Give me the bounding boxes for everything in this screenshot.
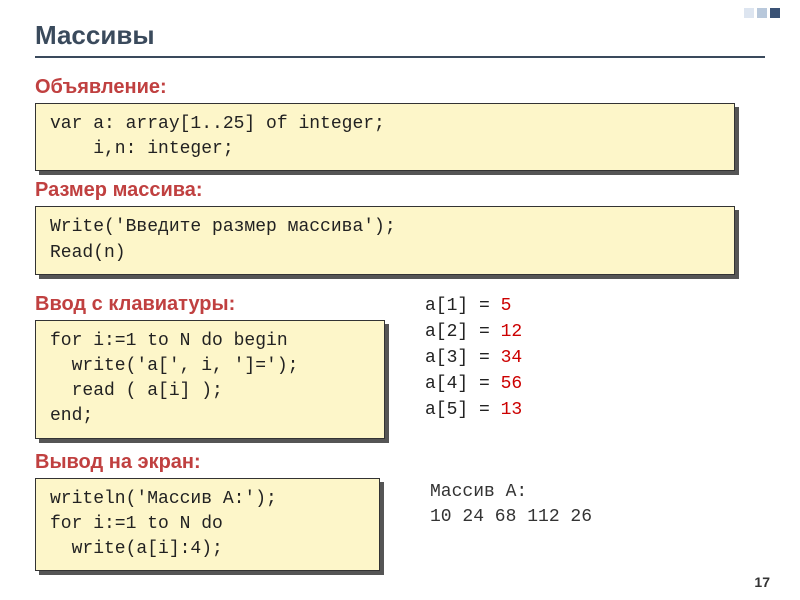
array-value-row: a[2] = 12 [425,319,765,345]
array-input-values: a[1] = 5a[2] = 12a[3] = 34a[4] = 56a[5] … [425,293,765,423]
array-index-label: a[4] = [425,374,501,394]
array-index-label: a[2] = [425,322,501,342]
array-index-value: 56 [501,374,523,394]
code-input: for i:=1 to N do begin write('a[', i, ']… [35,320,385,439]
section-output-label: Вывод на экран: [35,451,385,474]
screen-output-values: 10 24 68 112 26 [430,505,765,530]
array-index-value: 34 [501,348,523,368]
array-index-label: a[5] = [425,400,501,420]
array-index-label: a[1] = [425,296,501,316]
array-value-row: a[4] = 56 [425,371,765,397]
code-declaration: var a: array[1..25] of integer; i,n: int… [35,103,735,171]
section-size-label: Размер массива: [35,179,765,202]
array-value-row: a[5] = 13 [425,397,765,423]
array-value-row: a[1] = 5 [425,293,765,319]
array-index-label: a[3] = [425,348,501,368]
code-size: Write('Введите размер массива'); Read(n) [35,206,735,274]
screen-output: Массив A: 10 24 68 112 26 [430,480,765,530]
page-title: Массивы [35,20,765,58]
corner-decoration [744,8,780,18]
code-output: writeln('Массив A:'); for i:=1 to N do w… [35,478,380,572]
array-index-value: 5 [501,296,512,316]
section-input-label: Ввод с клавиатуры: [35,293,385,316]
section-declaration-label: Объявление: [35,76,765,99]
array-index-value: 12 [501,322,523,342]
page-number: 17 [754,574,770,590]
screen-output-title: Массив A: [430,480,765,505]
array-index-value: 13 [501,400,523,420]
array-value-row: a[3] = 34 [425,345,765,371]
